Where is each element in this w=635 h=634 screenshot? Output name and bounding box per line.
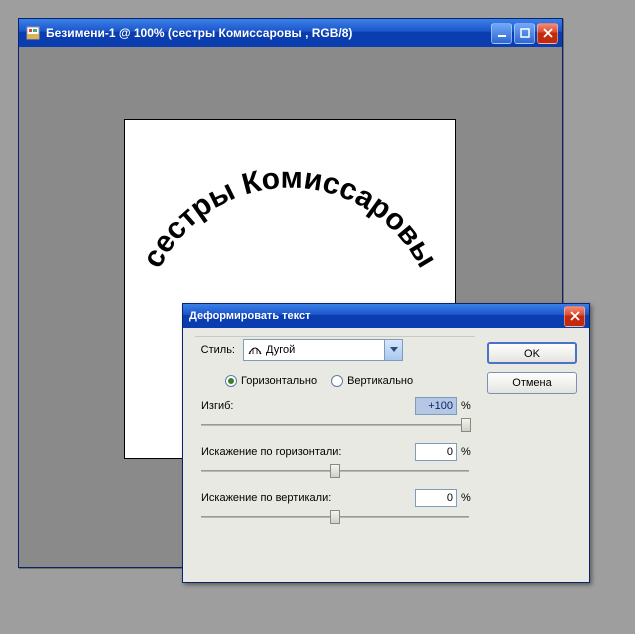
orientation-v-label: Вертикально (347, 375, 413, 387)
chevron-down-icon (390, 347, 398, 353)
orientation-h-label: Горизонтально (241, 375, 317, 387)
bend-unit: % (457, 400, 475, 412)
slider-thumb[interactable] (330, 510, 340, 524)
document-titlebar[interactable]: Безимени-1 @ 100% (сестры Комиссаровы , … (19, 19, 562, 47)
minimize-button[interactable] (491, 23, 512, 44)
style-combobox[interactable]: Дугой (243, 339, 403, 361)
combobox-arrow[interactable] (384, 340, 402, 360)
vdist-unit: % (457, 492, 475, 504)
document-icon (25, 25, 41, 41)
canvas-text: сестры Комиссаровы (136, 162, 443, 273)
close-icon (570, 311, 580, 321)
slider-thumb[interactable] (330, 464, 340, 478)
minimize-icon (497, 28, 507, 38)
bend-slider[interactable] (201, 417, 469, 435)
slider-track (201, 424, 469, 426)
style-value: Дугой (266, 344, 398, 356)
dialog-close-button[interactable] (564, 306, 585, 327)
radio-icon (331, 375, 343, 387)
maximize-button[interactable] (514, 23, 535, 44)
style-label: Стиль: (195, 344, 243, 356)
arc-style-icon (248, 344, 262, 356)
radio-icon (225, 375, 237, 387)
hdist-label: Искажение по горизонтали: (201, 446, 415, 458)
vdist-input[interactable]: 0 (415, 489, 457, 507)
bend-label: Изгиб: (201, 400, 415, 412)
dialog-titlebar[interactable]: Деформировать текст (183, 304, 589, 328)
vdist-label: Искажение по вертикали: (201, 492, 415, 504)
vdist-slider[interactable] (201, 509, 469, 527)
cancel-button[interactable]: Отмена (487, 372, 577, 394)
maximize-icon (520, 28, 530, 38)
ok-button[interactable]: OK (487, 342, 577, 364)
slider-thumb[interactable] (461, 418, 471, 432)
bend-input[interactable]: +100 (415, 397, 457, 415)
hdist-input[interactable]: 0 (415, 443, 457, 461)
orientation-vertical[interactable]: Вертикально (331, 375, 413, 387)
close-icon (543, 28, 553, 38)
warp-text-dialog: Деформировать текст Стиль: Дугой (182, 303, 590, 583)
close-button[interactable] (537, 23, 558, 44)
orientation-horizontal[interactable]: Горизонтально (225, 375, 317, 387)
hdist-slider[interactable] (201, 463, 469, 481)
hdist-unit: % (457, 446, 475, 458)
warp-options-group: Стиль: Дугой Горизонтально (195, 336, 475, 568)
document-title: Безимени-1 @ 100% (сестры Комиссаровы , … (46, 26, 491, 40)
svg-text:сестры Комиссаровы: сестры Комиссаровы (136, 162, 443, 273)
dialog-title: Деформировать текст (189, 310, 564, 322)
